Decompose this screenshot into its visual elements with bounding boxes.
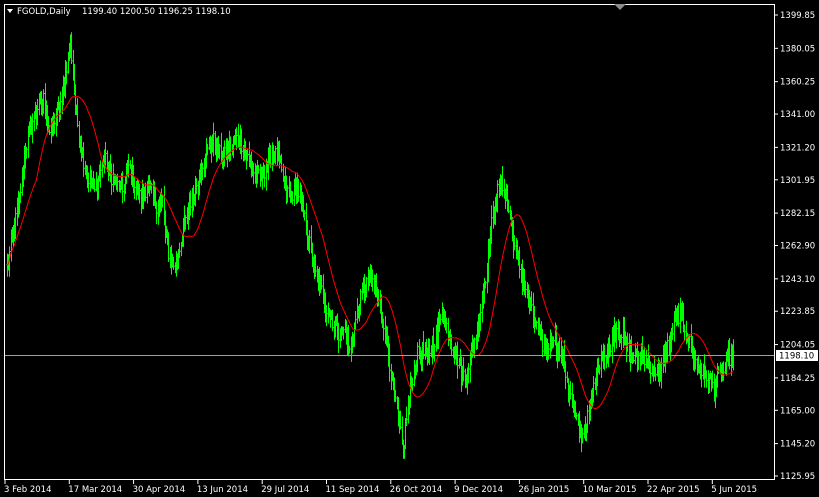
y-tick-label: 1243.10 <box>780 275 815 285</box>
x-tick-label: 10 Mar 2015 <box>583 485 637 495</box>
chart-canvas[interactable]: 1399.85 1380.05 1360.25 1341.00 1321.20 1301.… <box>0 0 819 497</box>
y-tick-label: 1223.85 <box>780 307 815 317</box>
time-axis: 3 Feb 2014 17 Mar 2014 30 Apr 2014 13 Jun 2… <box>4 480 757 495</box>
chart-shift-marker-icon[interactable] <box>614 4 626 10</box>
symbol-timeframe: FGOLD,Daily <box>17 7 71 17</box>
trading-chart[interactable]: 1399.85 1380.05 1360.25 1341.00 1321.20 1301.… <box>0 0 819 497</box>
y-tick-label: 1125.95 <box>780 472 815 482</box>
y-tick-label: 1341.00 <box>780 110 815 120</box>
y-tick-label: 1360.25 <box>780 78 815 88</box>
ohlc-bar <box>541 328 544 358</box>
ohlc-bar <box>155 201 158 225</box>
collapse-triangle-icon[interactable] <box>7 9 13 13</box>
x-tick-label: 29 Jul 2014 <box>261 485 309 495</box>
y-tick-label: 1262.90 <box>780 242 815 252</box>
current-price-tag: 1198.10 <box>776 350 818 362</box>
x-tick-label: 11 Sep 2014 <box>326 485 380 495</box>
x-tick-label: 17 Mar 2014 <box>68 485 122 495</box>
plot-frame <box>4 4 775 480</box>
y-tick-label: 1184.25 <box>780 374 815 384</box>
y-tick-label: 1282.15 <box>780 209 815 219</box>
x-tick-label: 13 Jun 2014 <box>197 485 248 495</box>
price-tag-label: 1198.10 <box>779 352 814 362</box>
ohlc-values: 1199.40 1200.50 1196.25 1198.10 <box>82 7 231 17</box>
y-tick-label: 1301.95 <box>780 176 815 186</box>
chart-header: FGOLD,Daily 1199.40 1200.50 1196.25 1198… <box>7 7 231 17</box>
price-bars <box>6 32 735 459</box>
y-tick-label: 1399.85 <box>780 11 815 21</box>
y-tick-label: 1145.20 <box>780 440 815 450</box>
x-tick-label: 26 Jan 2015 <box>518 485 569 495</box>
price-axis: 1399.85 1380.05 1360.25 1341.00 1321.20 1301.… <box>774 11 815 482</box>
y-tick-label: 1204.05 <box>780 341 815 351</box>
x-tick-label: 9 Dec 2014 <box>454 485 503 495</box>
ohlc-bar <box>683 324 686 342</box>
x-tick-label: 22 Apr 2015 <box>647 485 700 495</box>
moving-average-line <box>6 95 734 410</box>
x-tick-label: 26 Oct 2014 <box>390 485 443 495</box>
x-tick-label: 30 Apr 2014 <box>133 485 186 495</box>
x-tick-label: 3 Feb 2014 <box>4 485 52 495</box>
y-tick-label: 1380.05 <box>780 44 815 54</box>
y-tick-label: 1321.20 <box>780 143 815 153</box>
x-tick-label: 5 Jun 2015 <box>711 485 757 495</box>
ohlc-bar <box>705 370 708 388</box>
y-tick-label: 1165.00 <box>780 406 815 416</box>
